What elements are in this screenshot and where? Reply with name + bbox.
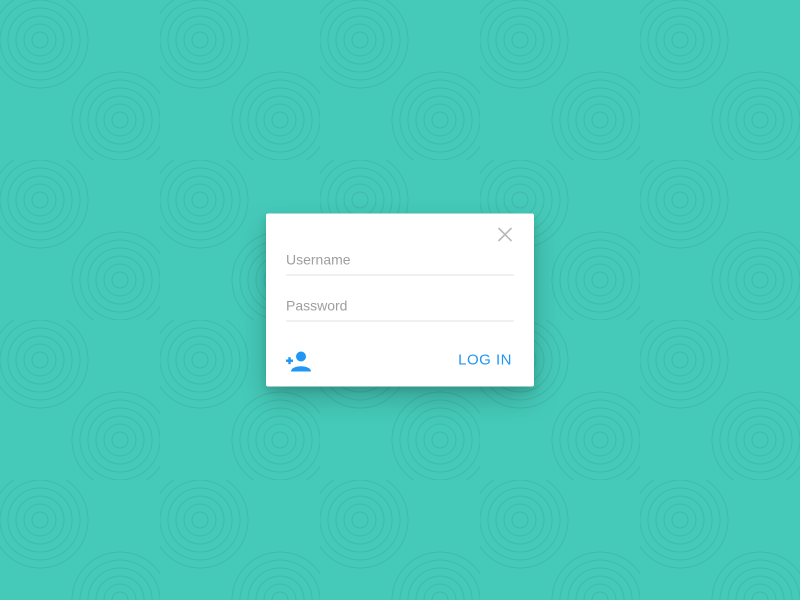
close-icon: [498, 227, 512, 246]
password-input[interactable]: [286, 298, 514, 316]
password-field-wrapper: Password: [286, 298, 514, 316]
login-card: Username Password LOG IN: [266, 214, 534, 387]
field-underline: [286, 321, 514, 322]
add-user-icon: [286, 350, 312, 377]
add-user-button[interactable]: [286, 350, 312, 377]
username-input[interactable]: [286, 252, 514, 270]
field-underline: [286, 275, 514, 276]
card-actions: LOG IN: [286, 346, 514, 375]
close-button[interactable]: [496, 228, 514, 246]
login-button[interactable]: LOG IN: [456, 346, 514, 375]
username-field-wrapper: Username: [286, 252, 514, 270]
